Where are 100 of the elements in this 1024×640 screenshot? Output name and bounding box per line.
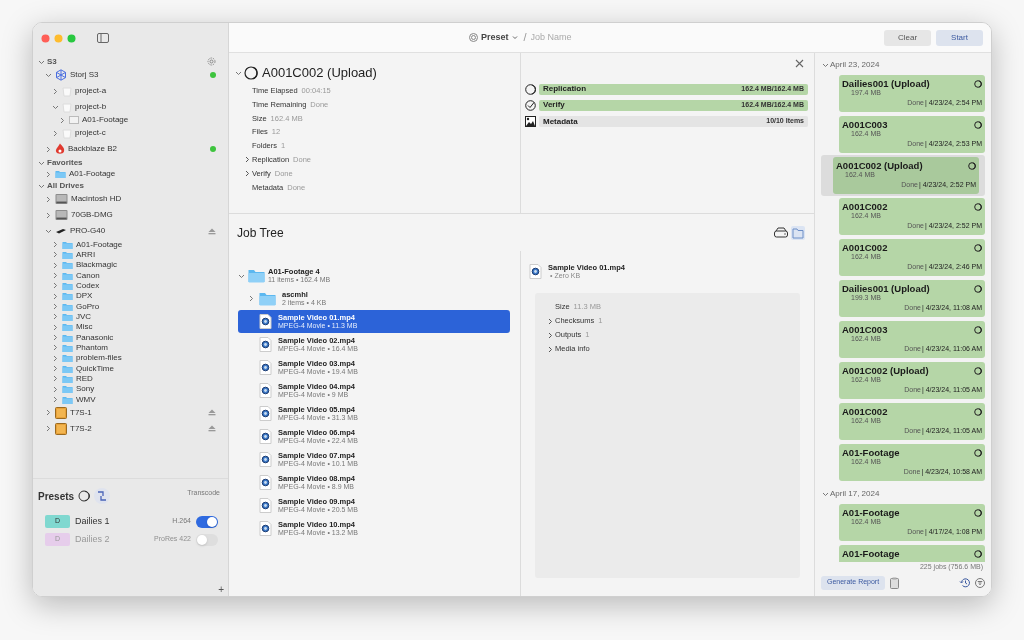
chevron-right-icon[interactable] [52,313,59,321]
sidebar-item[interactable]: project-b [75,102,107,112]
sidebar-item[interactable]: project-a [75,86,107,96]
ring-icon[interactable] [78,490,91,502]
toggle-switch[interactable] [196,533,218,546]
chevron-right-icon[interactable] [547,317,554,325]
sidebar-item[interactable]: 70GB-DMG [71,210,113,221]
sidebar-item[interactable]: A01-Footage [82,115,129,126]
chevron-right-icon[interactable] [52,396,59,404]
chevron-down-icon[interactable] [38,159,45,166]
chevron-down-icon[interactable] [822,491,829,497]
sidebar-item[interactable]: QuickTime [76,363,114,374]
chevron-right-icon[interactable] [248,295,255,302]
chevron-right-icon[interactable] [52,354,59,362]
movie-file-icon [259,498,272,513]
external-drive-icon [55,422,67,435]
chevron-right-icon[interactable] [45,145,52,153]
sidebar-item[interactable]: Panasonic [76,332,114,343]
sidebar-item[interactable]: WMV [76,394,96,405]
sidebar-item[interactable]: A01-Footage [69,169,116,180]
chevron-right-icon[interactable] [52,292,59,300]
settings-icon[interactable] [207,57,216,66]
chevron-right-icon[interactable] [59,116,66,124]
movie-file-icon [259,314,272,329]
eject-icon[interactable] [208,227,216,235]
sidebar-item[interactable]: Codex [76,280,100,291]
sidebar-item[interactable]: GoPro [76,301,100,312]
sidebar-item[interactable]: Storj S3 [70,70,99,80]
chevron-right-icon[interactable] [45,409,52,417]
eject-icon[interactable] [208,425,216,433]
chevron-down-icon[interactable] [45,72,52,78]
chevron-right-icon[interactable] [45,425,52,433]
sidebar-item[interactable]: A01-Footage [76,239,123,250]
sidebar-item[interactable]: Backblaze B2 [68,144,117,155]
drive-icon[interactable] [774,227,788,238]
sidebar-item[interactable]: Canon [76,270,100,281]
sidebar-item[interactable]: T7S-1 [70,407,92,418]
sidebar-item[interactable]: Misc [76,322,93,333]
chevron-right-icon[interactable] [52,303,59,311]
folder-icon [259,291,276,306]
folder-icon [62,363,73,374]
sidebar-item[interactable]: JVC [76,311,92,322]
chevron-down-icon[interactable] [238,272,245,279]
chevron-right-icon[interactable] [52,87,59,95]
chevron-right-icon[interactable] [52,334,59,342]
chevron-right-icon[interactable] [52,261,59,269]
chevron-down-icon[interactable] [38,58,45,65]
job-name: A001C002 [842,406,888,417]
sidebar-item[interactable]: DPX [76,291,93,302]
clipboard-icon[interactable] [890,576,900,589]
filter-icon[interactable] [975,577,985,588]
chevron-right-icon[interactable] [52,323,59,331]
sidebar-toggle-icon[interactable] [97,33,109,43]
chevron-right-icon[interactable] [547,345,554,353]
chevron-right-icon[interactable] [52,129,59,137]
sidebar-item[interactable]: PRO-G40 [70,226,106,237]
chevron-down-icon[interactable] [52,104,59,110]
sidebar-item[interactable]: project-c [75,128,106,139]
toggle-switch[interactable] [196,515,218,528]
eject-icon[interactable] [208,409,216,417]
chevron-down-icon[interactable] [822,62,829,68]
preset-menu[interactable]: Preset [469,30,518,45]
chevron-right-icon[interactable] [52,251,59,259]
sidebar-item[interactable]: problem-files [76,353,122,364]
ring-icon [974,407,982,416]
folder-icon [62,394,73,405]
sidebar-item[interactable]: Macintosh HD [71,194,122,205]
chevron-right-icon[interactable] [52,272,59,280]
ring-icon [974,79,982,88]
close-icon[interactable] [795,59,804,68]
chevron-down-icon[interactable] [45,228,52,235]
sidebar-item[interactable]: Phantom [76,342,109,353]
chevron-right-icon[interactable] [52,282,59,290]
clear-button[interactable]: Clear [884,29,931,46]
add-button[interactable]: + [218,585,224,595]
chevron-right-icon[interactable] [52,385,59,393]
history-icon[interactable] [959,577,970,588]
close-window-icon[interactable] [41,33,50,43]
chevron-down-icon[interactable] [38,182,45,189]
chevron-right-icon[interactable] [52,241,59,248]
chevron-right-icon[interactable] [52,375,59,383]
job-card[interactable]: A01-Footage [839,545,985,562]
chevron-right-icon[interactable] [52,365,59,373]
chevron-right-icon[interactable] [45,211,52,219]
chevron-right-icon[interactable] [45,170,52,178]
sidebar-item[interactable]: Sony [76,384,95,395]
chevron-right-icon[interactable] [244,156,251,164]
chevron-right-icon[interactable] [547,331,554,339]
start-button[interactable]: Start [936,29,983,46]
sidebar-item[interactable]: ARRI [76,249,96,260]
chevron-right-icon[interactable] [244,170,251,178]
sidebar-item[interactable]: T7S-2 [70,423,92,434]
bucket-icon [62,101,72,113]
chevron-right-icon[interactable] [52,344,59,352]
chevron-right-icon[interactable] [45,195,52,203]
sidebar-item[interactable]: Blackmagic [76,260,117,271]
folder-icon [55,169,66,180]
sidebar-item[interactable]: RED [76,374,93,384]
chevron-down-icon[interactable] [235,69,242,76]
job-name-field[interactable]: Job Name [530,30,731,45]
